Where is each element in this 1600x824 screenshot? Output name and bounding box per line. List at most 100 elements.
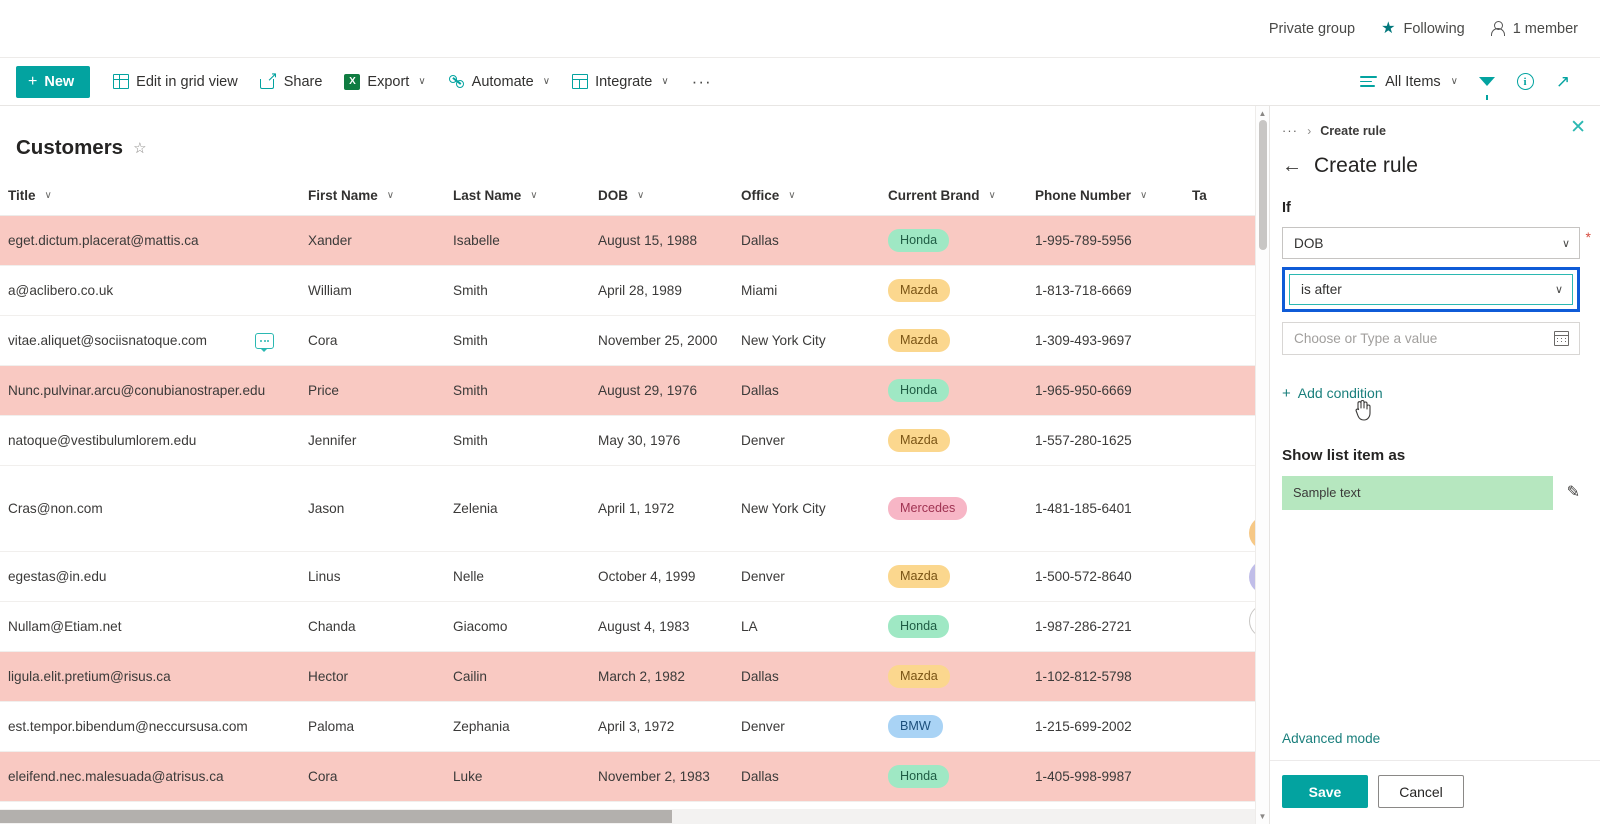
cell-title[interactable]: est.tempor.bibendum@neccursusa.com xyxy=(0,701,300,752)
column-header-last-name[interactable]: Last Name ∨ xyxy=(445,178,590,216)
column-header-title[interactable]: Title ∨ xyxy=(0,178,300,216)
horizontal-scroll-thumb[interactable] xyxy=(0,810,672,823)
column-select-wrap: DOB ∨ * xyxy=(1282,227,1591,259)
privacy-label-text: Private group xyxy=(1268,20,1356,37)
breadcrumb-current[interactable]: Create rule xyxy=(1320,124,1386,138)
sample-text-preview[interactable]: Sample text xyxy=(1282,475,1553,510)
cell-last-name: Smith xyxy=(445,315,590,366)
table-row[interactable]: natoque@vestibulumlorem.edu Jennifer Smith… xyxy=(0,415,1269,466)
scroll-down-arrow-icon[interactable]: ▼ xyxy=(1259,809,1267,824)
cell-phone-number: 1-557-280-1625 xyxy=(1027,415,1184,466)
table-row[interactable]: est.tempor.bibendum@neccursusa.com Paloma… xyxy=(0,701,1269,752)
cell-office: Dallas xyxy=(733,365,880,416)
table-row[interactable]: vitae.aliquet@sociisnatoque.com Cora Smith… xyxy=(0,315,1269,366)
members-label: 1 member xyxy=(1512,20,1578,37)
integrate-button[interactable]: Integrate ∨ xyxy=(563,65,678,99)
cell-dob: November 2, 1983 xyxy=(590,751,733,802)
vertical-scroll-thumb[interactable] xyxy=(1259,120,1267,250)
cell-office-text: New York City xyxy=(741,333,826,348)
back-arrow-icon[interactable]: ← xyxy=(1282,156,1302,176)
cell-title[interactable]: a@aclibero.co.uk xyxy=(0,265,300,316)
column-header-dob[interactable]: DOB ∨ xyxy=(590,178,733,216)
column-header-office[interactable]: Office ∨ xyxy=(733,178,880,216)
view-selector[interactable]: All Items ∨ xyxy=(1352,65,1466,99)
cell-dob-text: August 4, 1983 xyxy=(598,619,690,634)
cell-title[interactable]: vitae.aliquet@sociisnatoque.com xyxy=(0,315,300,366)
export-button[interactable]: X Export ∨ xyxy=(335,65,434,99)
fullscreen-button[interactable]: ↗ xyxy=(1546,65,1580,99)
value-input[interactable]: Choose or Type a value xyxy=(1282,322,1580,355)
cell-dob: April 1, 1972 xyxy=(590,465,733,552)
panel-title-row: ← Create rule xyxy=(1282,154,1580,178)
cell-title[interactable]: ligula.elit.pretium@risus.ca xyxy=(0,651,300,702)
automate-button[interactable]: Automate ∨ xyxy=(439,65,559,99)
cell-title[interactable]: Nunc.pulvinar.arcu@conubianostraper.edu xyxy=(0,365,300,416)
cell-title[interactable]: Nullam@Etiam.net xyxy=(0,601,300,652)
vertical-scrollbar[interactable]: ▲ ▼ xyxy=(1255,106,1269,824)
more-commands-button[interactable]: ··· xyxy=(682,73,722,90)
table-row[interactable]: eleifend.nec.malesuada@atrisus.ca Cora Luk… xyxy=(0,751,1269,802)
members-button[interactable]: 1 member xyxy=(1491,21,1578,37)
table-row[interactable]: Nullam@Etiam.net Chanda Giacomo August 4, 1… xyxy=(0,601,1269,652)
cell-phone-number-text: 1-813-718-6669 xyxy=(1035,283,1132,298)
cell-last-name: Luke xyxy=(445,751,590,802)
add-condition-button[interactable]: + Add condition xyxy=(1282,385,1383,421)
cell-dob: May 30, 1976 xyxy=(590,415,733,466)
cell-title[interactable]: Cras@non.com xyxy=(0,465,300,552)
title-cell-wrap: eleifend.nec.malesuada@atrisus.ca xyxy=(8,769,292,784)
brand-pill: Honda xyxy=(888,379,950,402)
share-button[interactable]: Share xyxy=(251,65,332,99)
title-cell-wrap: eget.dictum.placerat@mattis.ca xyxy=(8,233,292,248)
column-header-current-brand[interactable]: Current Brand ∨ xyxy=(880,178,1027,216)
table-row[interactable]: Cras@non.com Jason Zelenia April 1, 1972 New… xyxy=(0,465,1269,552)
cell-title[interactable]: egestas@in.edu xyxy=(0,551,300,602)
save-button[interactable]: Save xyxy=(1282,775,1368,808)
filter-button[interactable] xyxy=(1470,65,1504,100)
cell-phone-number-text: 1-557-280-1625 xyxy=(1035,433,1132,448)
table-row[interactable]: ligula.elit.pretium@risus.ca Hector Cailin… xyxy=(0,651,1269,702)
cell-office: New York City xyxy=(733,315,880,366)
cell-title-text: egestas@in.edu xyxy=(8,569,107,584)
cell-last-name-text: Zephania xyxy=(453,719,510,734)
table-row[interactable]: eget.dictum.placerat@mattis.ca Xander Isab… xyxy=(0,215,1269,266)
cell-phone-number-text: 1-215-699-2002 xyxy=(1035,719,1132,734)
customers-table: Title ∨ First Name ∨ Last Name ∨ DOB ∨ Offic… xyxy=(0,178,1269,824)
cell-office: Denver xyxy=(733,415,880,466)
favorite-star-icon[interactable]: ☆ xyxy=(133,141,146,156)
column-select[interactable]: DOB ∨ xyxy=(1282,227,1580,259)
horizontal-scrollbar[interactable] xyxy=(0,809,1255,824)
scroll-up-arrow-icon[interactable]: ▲ xyxy=(1259,106,1267,121)
cell-office: LA xyxy=(733,601,880,652)
breadcrumb-overflow-button[interactable]: ··· xyxy=(1282,124,1298,138)
cell-title[interactable]: natoque@vestibulumlorem.edu xyxy=(0,415,300,466)
calendar-icon[interactable] xyxy=(1554,331,1569,346)
column-header-first-name[interactable]: First Name ∨ xyxy=(300,178,445,216)
cancel-button[interactable]: Cancel xyxy=(1378,775,1464,808)
cell-dob-text: November 2, 1983 xyxy=(598,769,710,784)
cell-current-brand: Mazda xyxy=(880,265,1027,316)
integrate-icon xyxy=(572,74,589,89)
cell-title[interactable]: eleifend.nec.malesuada@atrisus.ca xyxy=(0,751,300,802)
cell-phone-number: 1-405-998-9987 xyxy=(1027,751,1184,802)
table-row[interactable]: egestas@in.edu Linus Nelle October 4, 1999 D… xyxy=(0,551,1269,602)
close-icon[interactable]: ✕ xyxy=(1570,118,1586,137)
column-header-phone-number[interactable]: Phone Number ∨ xyxy=(1027,178,1184,216)
comment-icon[interactable] xyxy=(255,332,274,352)
operator-select[interactable]: is after ∨ xyxy=(1289,274,1573,305)
format-painter-icon[interactable]: ✎ xyxy=(1567,484,1580,501)
cell-phone-number-text: 1-309-493-9697 xyxy=(1035,333,1132,348)
chevron-down-icon: ∨ xyxy=(386,190,395,201)
cell-dob: August 4, 1983 xyxy=(590,601,733,652)
cell-dob: August 29, 1976 xyxy=(590,365,733,416)
chevron-down-icon: ∨ xyxy=(418,76,426,87)
new-button[interactable]: + New xyxy=(16,65,91,98)
cell-last-name: Zelenia xyxy=(445,465,590,552)
edit-in-grid-view-button[interactable]: Edit in grid view xyxy=(104,65,247,99)
advanced-mode-link[interactable]: Advanced mode xyxy=(1270,731,1600,760)
following-button[interactable]: ★ Following xyxy=(1381,20,1465,37)
details-button[interactable]: i xyxy=(1508,65,1542,99)
cell-title[interactable]: eget.dictum.placerat@mattis.ca xyxy=(0,215,300,266)
table-row[interactable]: Nunc.pulvinar.arcu@conubianostraper.edu P… xyxy=(0,365,1269,416)
body-area: Customers ☆ Title ∨ First Name ∨ Last Name… xyxy=(0,106,1600,824)
table-row[interactable]: a@aclibero.co.uk William Smith April 28, 19… xyxy=(0,265,1269,316)
